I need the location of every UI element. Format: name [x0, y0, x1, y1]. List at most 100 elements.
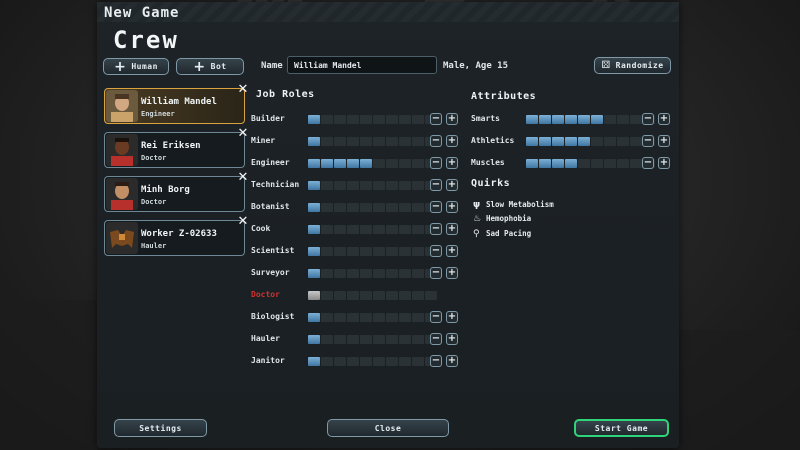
job-role-increase-button[interactable]: + — [446, 157, 458, 169]
attribute-increase-button[interactable]: + — [658, 135, 670, 147]
job-role-level-segment — [425, 291, 437, 300]
job-role-decrease-button[interactable]: − — [430, 135, 442, 147]
gender-age-text: Male, Age 15 — [443, 61, 509, 71]
job-role-level-bar[interactable] — [308, 159, 437, 168]
job-role-level-bar[interactable] — [308, 335, 437, 344]
crew-card-william-mandel[interactable]: William Mandel Engineer ✕ — [104, 83, 248, 124]
close-button[interactable]: Close — [327, 419, 449, 437]
job-role-level-segment — [399, 357, 411, 366]
randomize-button[interactable]: ⚄ Randomize — [594, 57, 671, 74]
job-role-level-segment — [386, 159, 398, 168]
job-role-level-bar[interactable] — [308, 203, 437, 212]
job-role-level-segment — [373, 357, 385, 366]
job-role-level-bar[interactable] — [308, 247, 437, 256]
background-shadow-left — [0, 300, 97, 450]
attribute-level-segment — [578, 137, 590, 146]
add-human-button[interactable]: + Human — [103, 58, 169, 75]
job-role-level-segment — [334, 335, 346, 344]
crew-card-rei-eriksen[interactable]: Rei Eriksen Doctor ✕ — [104, 127, 248, 168]
attribute-decrease-button[interactable]: − — [642, 113, 654, 125]
job-role-level-segment — [412, 159, 424, 168]
job-role-decrease-button[interactable]: − — [430, 223, 442, 235]
job-role-level-segment — [373, 291, 385, 300]
remove-crew-button[interactable]: ✕ — [236, 127, 250, 141]
job-role-decrease-button[interactable]: − — [430, 201, 442, 213]
attribute-level-bar[interactable] — [526, 115, 655, 124]
job-role-increase-button[interactable]: + — [446, 267, 458, 279]
attribute-level-segment — [552, 159, 564, 168]
job-role-increase-button[interactable]: + — [446, 223, 458, 235]
remove-crew-button[interactable]: ✕ — [236, 83, 250, 97]
remove-crew-button[interactable]: ✕ — [236, 215, 250, 229]
job-role-level-segment — [334, 269, 346, 278]
job-role-label: Surveyor — [251, 268, 290, 277]
job-role-level-bar[interactable] — [308, 357, 437, 366]
job-role-level-segment — [399, 137, 411, 146]
job-role-increase-button[interactable]: + — [446, 245, 458, 257]
job-role-level-segment — [360, 247, 372, 256]
attribute-level-segment — [630, 115, 642, 124]
attribute-label: Smarts — [471, 114, 500, 123]
job-role-decrease-button[interactable]: − — [430, 113, 442, 125]
attribute-decrease-button[interactable]: − — [642, 135, 654, 147]
job-role-decrease-button[interactable]: − — [430, 311, 442, 323]
job-role-level-segment — [347, 181, 359, 190]
remove-crew-button[interactable]: ✕ — [236, 171, 250, 185]
attribute-level-segment — [552, 115, 564, 124]
crew-name: Worker Z-02633 — [141, 229, 217, 239]
job-role-decrease-button[interactable]: − — [430, 157, 442, 169]
name-input[interactable] — [287, 56, 437, 74]
settings-button[interactable]: Settings — [114, 419, 207, 437]
job-role-level-bar[interactable] — [308, 115, 437, 124]
job-role-decrease-button[interactable]: − — [430, 355, 442, 367]
job-role-level-segment — [412, 137, 424, 146]
job-role-level-segment — [399, 335, 411, 344]
job-role-decrease-button[interactable]: − — [430, 333, 442, 345]
job-role-increase-button[interactable]: + — [446, 201, 458, 213]
job-role-increase-button[interactable]: + — [446, 333, 458, 345]
job-role-level-segment — [334, 203, 346, 212]
job-role-level-bar[interactable] — [308, 313, 437, 322]
job-role-label: Botanist — [251, 202, 290, 211]
job-role-increase-button[interactable]: + — [446, 179, 458, 191]
job-role-increase-button[interactable]: + — [446, 311, 458, 323]
crew-card-worker-z-02633[interactable]: Worker Z-02633 Hauler ✕ — [104, 215, 248, 256]
add-bot-button[interactable]: + Bot — [176, 58, 244, 75]
job-role-level-bar[interactable] — [308, 291, 437, 300]
job-role-level-bar[interactable] — [308, 269, 437, 278]
job-role-level-segment — [321, 159, 333, 168]
job-role-increase-button[interactable]: + — [446, 355, 458, 367]
attribute-level-segment — [526, 115, 538, 124]
job-role-level-bar[interactable] — [308, 225, 437, 234]
job-role-level-segment — [308, 269, 320, 278]
job-role-level-segment — [386, 335, 398, 344]
attribute-level-segment — [591, 159, 603, 168]
start-game-button[interactable]: Start Game — [574, 419, 669, 437]
attribute-level-bar[interactable] — [526, 159, 655, 168]
job-role-level-segment — [399, 269, 411, 278]
job-role-decrease-button[interactable]: − — [430, 245, 442, 257]
attribute-level-segment — [526, 137, 538, 146]
job-role-level-segment — [334, 313, 346, 322]
job-role-increase-button[interactable]: + — [446, 113, 458, 125]
job-role-label: Biologist — [251, 312, 295, 321]
job-role-level-bar[interactable] — [308, 181, 437, 190]
attribute-increase-button[interactable]: + — [658, 113, 670, 125]
crew-role: Hauler — [141, 242, 167, 250]
crew-role: Engineer — [141, 110, 175, 118]
attribute-level-segment — [617, 159, 629, 168]
attribute-decrease-button[interactable]: − — [642, 157, 654, 169]
attribute-level-bar[interactable] — [526, 137, 655, 146]
job-role-decrease-button[interactable]: − — [430, 267, 442, 279]
job-role-level-segment — [321, 247, 333, 256]
crew-role: Doctor — [141, 154, 167, 162]
job-role-level-segment — [399, 247, 411, 256]
attribute-increase-button[interactable]: + — [658, 157, 670, 169]
job-role-label: Janitor — [251, 356, 285, 365]
job-role-level-segment — [386, 269, 398, 278]
crew-card-minh-borg[interactable]: Minh Borg Doctor ✕ — [104, 171, 248, 212]
job-role-decrease-button[interactable]: − — [430, 179, 442, 191]
job-role-level-bar[interactable] — [308, 137, 437, 146]
job-role-increase-button[interactable]: + — [446, 135, 458, 147]
job-role-level-segment — [334, 291, 346, 300]
